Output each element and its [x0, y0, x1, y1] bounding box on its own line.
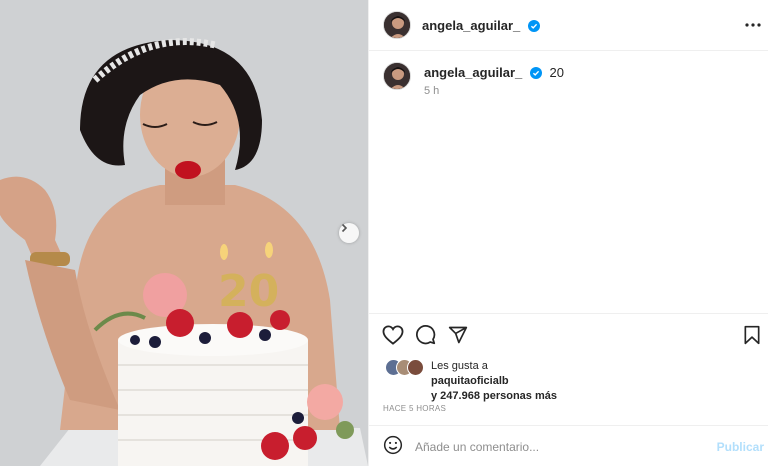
comment-icon — [415, 324, 436, 350]
heart-icon — [382, 324, 404, 350]
save-button[interactable] — [741, 325, 763, 350]
post-image: 20 — [0, 0, 368, 466]
comment-input[interactable] — [415, 437, 705, 457]
next-photo-button[interactable] — [339, 223, 359, 243]
emoji-icon — [383, 435, 403, 460]
action-bar — [369, 313, 768, 359]
liked-by-username[interactable]: paquitaoficialb — [431, 375, 509, 387]
likes-count[interactable]: y 247.968 personas más — [431, 390, 557, 402]
caption-avatar[interactable] — [383, 62, 411, 90]
emoji-button[interactable] — [383, 435, 403, 460]
caption-time[interactable]: 5 h — [424, 85, 439, 97]
caption-username[interactable]: angela_aguilar_ — [424, 65, 522, 80]
post-photo[interactable]: 20 — [0, 0, 368, 466]
verified-badge-icon — [529, 67, 542, 82]
candle-number: 20 — [218, 266, 279, 317]
header-username[interactable]: angela_aguilar_ — [422, 18, 540, 35]
comment-button[interactable] — [414, 324, 436, 350]
liked-by-avatars[interactable] — [385, 359, 427, 377]
post-date[interactable]: HACE 5 HORAS — [383, 404, 446, 413]
share-button[interactable] — [447, 326, 469, 348]
bookmark-icon — [743, 325, 761, 350]
verified-badge-icon — [527, 20, 540, 35]
comment-bar: Publicar — [369, 425, 768, 466]
username-text[interactable]: angela_aguilar_ — [422, 18, 520, 33]
publish-button[interactable]: Publicar — [717, 440, 764, 454]
like-button[interactable] — [382, 324, 404, 350]
post-side-panel: angela_aguilar_ angela_aguilar_ 20 5 h L… — [368, 0, 768, 466]
caption-text: 20 — [549, 65, 564, 80]
liker-avatar — [407, 359, 424, 376]
likes-label: Les gusta a — [431, 360, 488, 372]
avatar[interactable] — [383, 11, 411, 39]
more-options-icon[interactable] — [745, 17, 761, 33]
post-header: angela_aguilar_ — [369, 0, 768, 51]
share-icon — [448, 325, 468, 350]
caption: angela_aguilar_ 20 — [424, 65, 564, 82]
